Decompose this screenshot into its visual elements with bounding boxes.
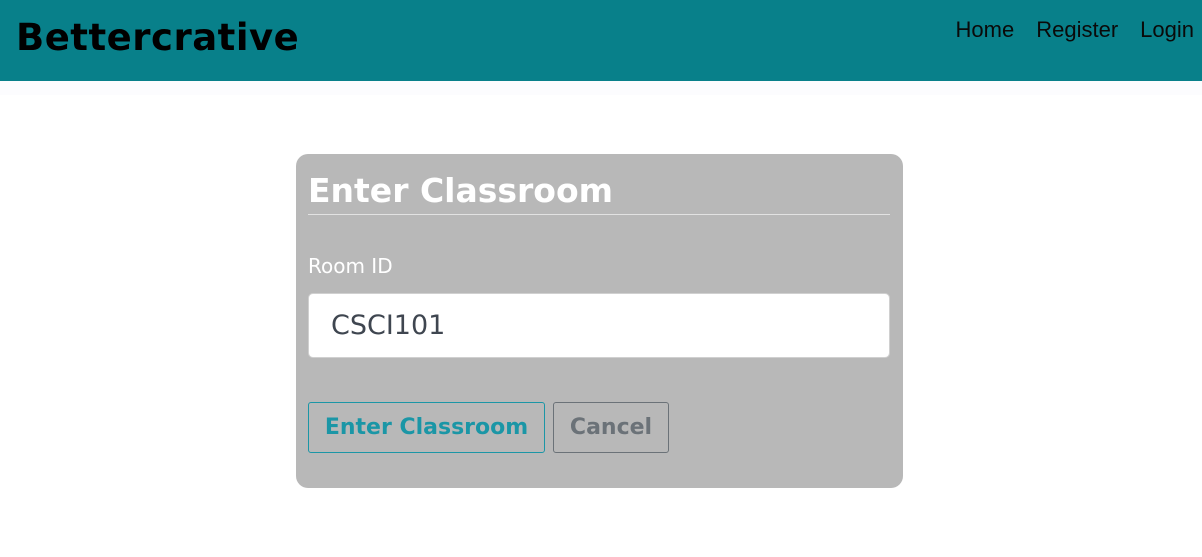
nav-link-register[interactable]: Register <box>1036 16 1118 44</box>
title-divider <box>308 214 890 215</box>
enter-classroom-card: Enter Classroom Room ID Enter Classroom … <box>296 154 903 488</box>
nav-link-login[interactable]: Login <box>1140 16 1194 44</box>
navbar-spacer <box>0 81 1202 95</box>
nav-link-home[interactable]: Home <box>956 16 1015 44</box>
cancel-button[interactable]: Cancel <box>553 402 669 453</box>
card-title: Enter Classroom <box>308 171 614 210</box>
room-id-input[interactable] <box>308 293 890 358</box>
top-navbar: Bettercrative Home Register Login <box>0 0 1202 81</box>
nav-links: Home Register Login <box>956 16 1194 44</box>
enter-classroom-button[interactable]: Enter Classroom <box>308 402 545 453</box>
room-id-label: Room ID <box>308 254 393 278</box>
brand-logo[interactable]: Bettercrative <box>16 14 299 62</box>
